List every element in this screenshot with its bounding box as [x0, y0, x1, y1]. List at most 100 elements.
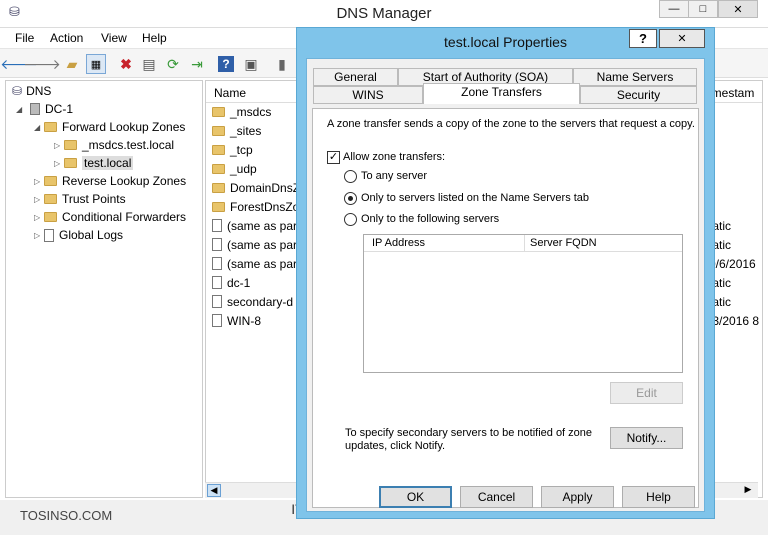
record-icon — [212, 257, 222, 270]
column-timestamp[interactable]: imestam — [709, 86, 754, 100]
record-icon — [212, 314, 222, 327]
folder-icon — [44, 194, 57, 204]
watermark-left: TOSINSO.COM — [20, 508, 113, 523]
tree-node-trust-points[interactable]: ▷ Trust Points — [34, 190, 126, 208]
tab-security[interactable]: Security — [580, 86, 697, 104]
list-item[interactable]: _tcp — [212, 140, 253, 159]
folder-icon — [212, 106, 225, 117]
column-ip-address[interactable]: IP Address — [372, 237, 425, 249]
timestamp-cell: /3/2016 8 — [709, 314, 760, 328]
record-icon — [212, 238, 222, 251]
zone-folder-icon — [64, 158, 77, 168]
collapsed-arrow-icon[interactable]: ▷ — [34, 177, 44, 186]
tree-node-server[interactable]: ◢ DC-1 — [16, 100, 73, 118]
scroll-right-icon[interactable]: ▶ — [741, 484, 755, 497]
server-icon[interactable]: ▮ — [272, 54, 292, 74]
dialog-title-bar: test.local Properties ? ✕ — [297, 28, 714, 54]
folder-icon — [212, 182, 225, 193]
folder-icon — [44, 122, 57, 132]
collapsed-arrow-icon[interactable]: ▷ — [54, 141, 64, 150]
radio-following-servers[interactable] — [344, 213, 357, 226]
radio-name-servers[interactable] — [344, 192, 357, 205]
list-item[interactable]: _sites — [212, 121, 261, 140]
view-icon[interactable]: ▣ — [241, 54, 261, 74]
folder-icon — [212, 144, 225, 155]
export-list-icon[interactable]: ⇥ — [187, 54, 207, 74]
tree-node-conditional-forwarders[interactable]: ▷ Conditional Forwarders — [34, 208, 186, 226]
collapsed-arrow-icon[interactable]: ▷ — [34, 213, 44, 222]
scroll-left-icon[interactable]: ◀ — [207, 484, 221, 497]
forward-arrow-icon[interactable]: 🡒 — [23, 54, 61, 74]
tree-node-test-local[interactable]: ▷ test.local — [54, 154, 134, 172]
folder-icon — [44, 212, 57, 222]
tree-node-global-logs[interactable]: ▷ Global Logs — [34, 226, 123, 244]
list-item[interactable]: _msdcs — [212, 102, 271, 121]
column-server-fqdn[interactable]: Server FQDN — [530, 237, 597, 249]
list-item[interactable]: (same as par — [212, 235, 297, 254]
dialog-client-area: General Start of Authority (SOA) Name Se… — [306, 58, 705, 512]
list-item[interactable]: WIN-8 — [212, 311, 261, 330]
radio-name-servers-label: Only to servers listed on the Name Serve… — [361, 192, 590, 204]
tab-zone-transfers[interactable]: Zone Transfers — [423, 83, 580, 104]
record-icon — [212, 219, 222, 232]
column-name[interactable]: Name — [214, 86, 246, 100]
main-title-bar: ⛁ DNS Manager — □ ✕ — [0, 0, 768, 28]
tree-node-msdcs-zone[interactable]: ▷ _msdcs.test.local — [54, 136, 174, 154]
tree-node-reverse-lookup[interactable]: ▷ Reverse Lookup Zones — [34, 172, 186, 190]
zone-folder-icon — [64, 140, 77, 150]
table-header: IP Address Server FQDN — [364, 235, 682, 252]
expanded-arrow-icon[interactable]: ◢ — [16, 105, 26, 114]
tree-node-dns[interactable]: ⛁ DNS — [12, 82, 51, 100]
record-icon — [212, 295, 222, 308]
collapsed-arrow-icon[interactable]: ▷ — [54, 159, 64, 168]
minimize-button[interactable]: — — [659, 0, 689, 18]
ok-button[interactable]: OK — [379, 486, 452, 508]
tab-general[interactable]: General — [313, 68, 398, 86]
tab-name-servers[interactable]: Name Servers — [573, 68, 697, 86]
log-icon — [44, 228, 54, 242]
notify-button[interactable]: Notify... — [610, 427, 683, 449]
tree-node-forward-lookup[interactable]: ◢ Forward Lookup Zones — [34, 118, 185, 136]
dialog-help-button[interactable]: ? — [629, 29, 657, 48]
dns-icon: ⛁ — [12, 84, 23, 98]
menu-action[interactable]: Action — [50, 31, 83, 45]
properties-icon[interactable]: ▤ — [139, 54, 159, 74]
maximize-button[interactable]: □ — [688, 0, 718, 18]
column-divider — [524, 235, 525, 252]
up-folder-icon[interactable]: ▰ — [62, 54, 82, 74]
collapsed-arrow-icon[interactable]: ▷ — [34, 195, 44, 204]
help-button[interactable]: Help — [622, 486, 695, 508]
close-button[interactable]: ✕ — [718, 0, 758, 18]
cancel-button[interactable]: Cancel — [460, 486, 533, 508]
delete-icon[interactable]: ✖ — [116, 54, 136, 74]
collapsed-arrow-icon[interactable]: ▷ — [34, 231, 44, 240]
list-item[interactable]: (same as par — [212, 216, 297, 235]
dialog-close-button[interactable]: ✕ — [659, 29, 705, 48]
folder-icon — [212, 125, 225, 136]
show-hide-tree-icon[interactable]: ▦ — [86, 54, 106, 74]
allow-transfers-checkbox[interactable]: ✓ — [327, 151, 340, 164]
menu-view[interactable]: View — [101, 31, 127, 45]
tab-wins[interactable]: WINS — [313, 86, 423, 104]
refresh-icon[interactable]: ⟳ — [163, 54, 183, 74]
properties-dialog: test.local Properties ? ✕ General Start … — [296, 27, 715, 519]
radio-any-server[interactable] — [344, 170, 357, 183]
radio-following-servers-label: Only to the following servers — [361, 213, 500, 225]
list-item[interactable]: ForestDnsZo — [212, 197, 299, 216]
list-item[interactable]: (same as par — [212, 254, 297, 273]
menu-file[interactable]: File — [15, 31, 34, 45]
list-item[interactable]: _udp — [212, 159, 257, 178]
list-item[interactable]: secondary-d — [212, 292, 293, 311]
list-item[interactable]: dc-1 — [212, 273, 250, 292]
expanded-arrow-icon[interactable]: ◢ — [34, 123, 44, 132]
timestamp-cell: 0/6/2016 — [709, 257, 756, 271]
menu-help[interactable]: Help — [142, 31, 167, 45]
apply-button[interactable]: Apply — [541, 486, 614, 508]
zone-transfers-panel: A zone transfer sends a copy of the zone… — [312, 108, 699, 508]
list-item[interactable]: DomainDnsZ — [212, 178, 300, 197]
description-text: A zone transfer sends a copy of the zone… — [327, 118, 695, 130]
server-list-table[interactable]: IP Address Server FQDN — [363, 234, 683, 373]
console-tree: ⛁ DNS ◢ DC-1 ◢ Forward Lookup Zones ▷ _msdcs… — [5, 80, 203, 498]
help-icon[interactable]: ? — [218, 56, 234, 72]
edit-button[interactable]: Edit — [610, 382, 683, 404]
